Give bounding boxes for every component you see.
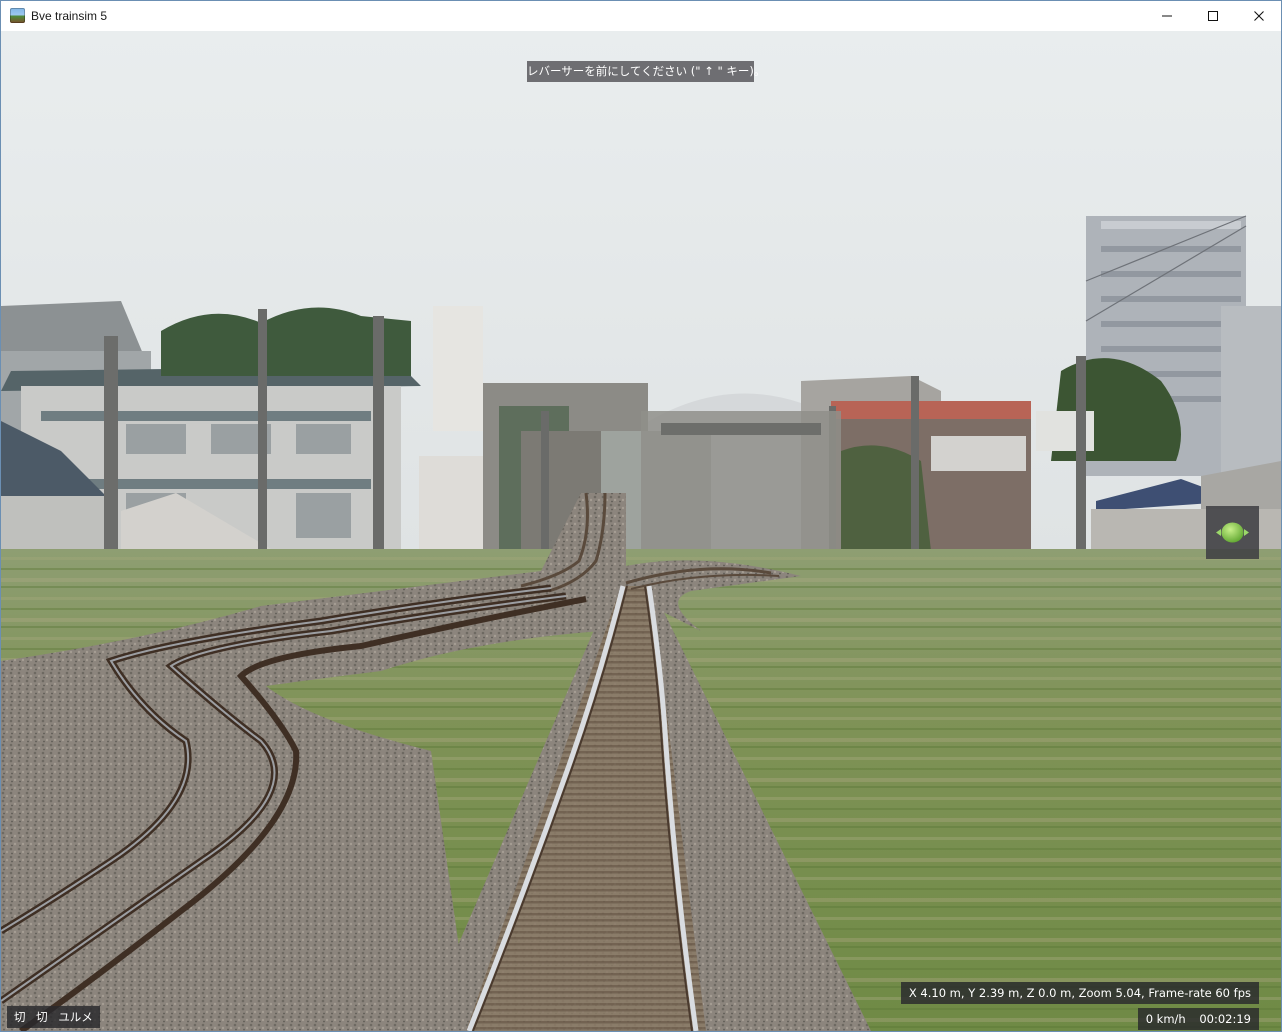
speed-time-display: 0 km/h 00:02:19 [1137, 1008, 1259, 1030]
reverser-neutral-icon [1216, 522, 1249, 543]
application-window: Bve trainsim 5 レバーサーを前にしてください (" ↑ " キー)… [0, 0, 1282, 1032]
minimize-icon [1162, 15, 1172, 17]
brake-handle-status: 切 [36, 1010, 48, 1024]
close-icon [1254, 11, 1264, 21]
instruction-message: レバーサーを前にしてください (" ↑ " キー)。 [527, 61, 765, 82]
title-bar[interactable]: Bve trainsim 5 [1, 1, 1281, 31]
railway-scene [1, 31, 1281, 1031]
clock-readout: 00:02:19 [1199, 1012, 1251, 1026]
simulator-3d-view[interactable]: レバーサーを前にしてください (" ↑ " キー)。 切 切 ユルメ X 4.1… [1, 31, 1281, 1031]
power-handle-status: 切 [14, 1010, 26, 1024]
brake-release-status: ユルメ [58, 1010, 93, 1024]
maximize-button[interactable] [1190, 1, 1236, 31]
handle-status-bar: 切 切 ユルメ [7, 1006, 100, 1028]
close-button[interactable] [1236, 1, 1281, 31]
minimize-button[interactable] [1144, 1, 1190, 31]
window-title: Bve trainsim 5 [31, 9, 108, 23]
handle-indicator [1206, 506, 1259, 559]
bve-trainsim-app-icon[interactable] [10, 8, 25, 23]
speed-readout: 0 km/h [1145, 1012, 1186, 1026]
maximize-icon [1208, 11, 1218, 21]
camera-debug-info: X 4.10 m, Y 2.39 m, Z 0.0 m, Zoom 5.04, … [900, 982, 1259, 1004]
